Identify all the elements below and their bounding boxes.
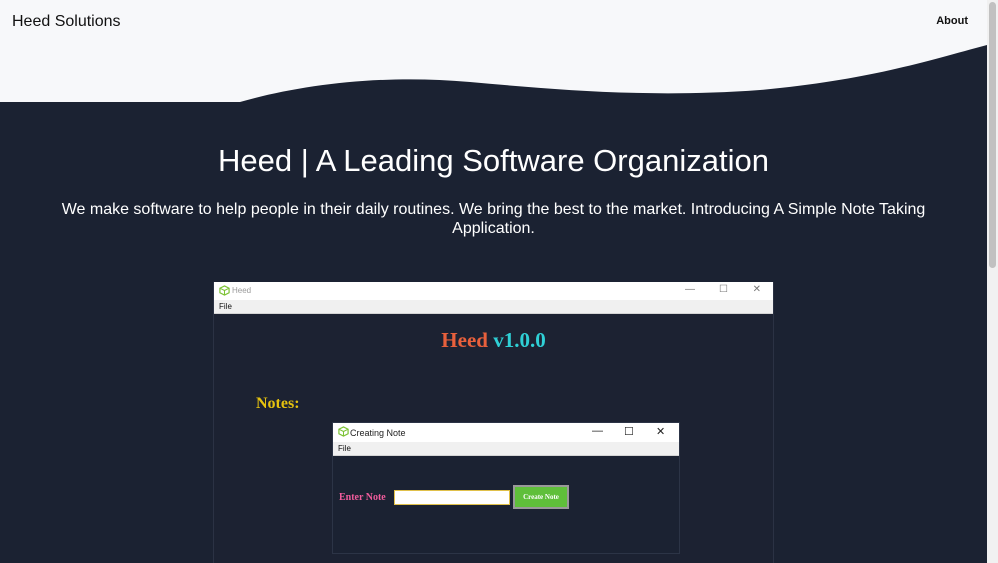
maximize-icon[interactable]: ☐ [624, 425, 634, 438]
creating-note-dialog: Creating Note — ☐ ✕ File Enter Note Crea… [332, 422, 680, 554]
brand-logo-text[interactable]: Heed Solutions [12, 13, 121, 31]
enter-note-label: Enter Note [339, 492, 386, 503]
app-heading: Heed v1.0.0 [214, 328, 773, 353]
maximize-icon[interactable]: ☐ [719, 284, 728, 295]
window-menubar: File [214, 300, 773, 314]
site-header: Heed Solutions About [0, 0, 987, 104]
minimize-icon[interactable]: — [592, 425, 603, 437]
nav-link-about[interactable]: About [936, 15, 968, 27]
cube-icon [338, 426, 349, 437]
notes-label: Notes: [256, 395, 300, 412]
dialog-titlebar: Creating Note — ☐ ✕ [333, 423, 679, 442]
cube-icon [219, 285, 230, 296]
app-screenshot: Heed — ☐ ✕ File Heed v1.0.0 Notes: Creat… [213, 282, 774, 563]
page-subtitle: We make software to help people in their… [61, 201, 926, 237]
dialog-menubar: File [333, 442, 679, 456]
header-wave [0, 0, 987, 102]
app-name: Heed [441, 328, 488, 352]
close-icon[interactable]: ✕ [753, 284, 761, 295]
create-note-button[interactable]: Create Note [513, 485, 569, 509]
note-input[interactable] [394, 490, 510, 505]
close-icon[interactable]: ✕ [656, 425, 665, 438]
app-version: v1.0.0 [493, 328, 546, 352]
page-scrollbar[interactable] [987, 0, 998, 563]
minimize-icon[interactable]: — [685, 284, 695, 295]
menu-file[interactable]: File [219, 302, 232, 311]
page-title: Heed | A Leading Software Organization [218, 143, 769, 178]
window-titlebar: Heed — ☐ ✕ [214, 282, 773, 300]
window-title: Heed [232, 286, 252, 295]
dialog-title: Creating Note [350, 428, 406, 438]
scrollbar-thumb[interactable] [989, 2, 996, 268]
dialog-menu-file[interactable]: File [338, 444, 351, 453]
